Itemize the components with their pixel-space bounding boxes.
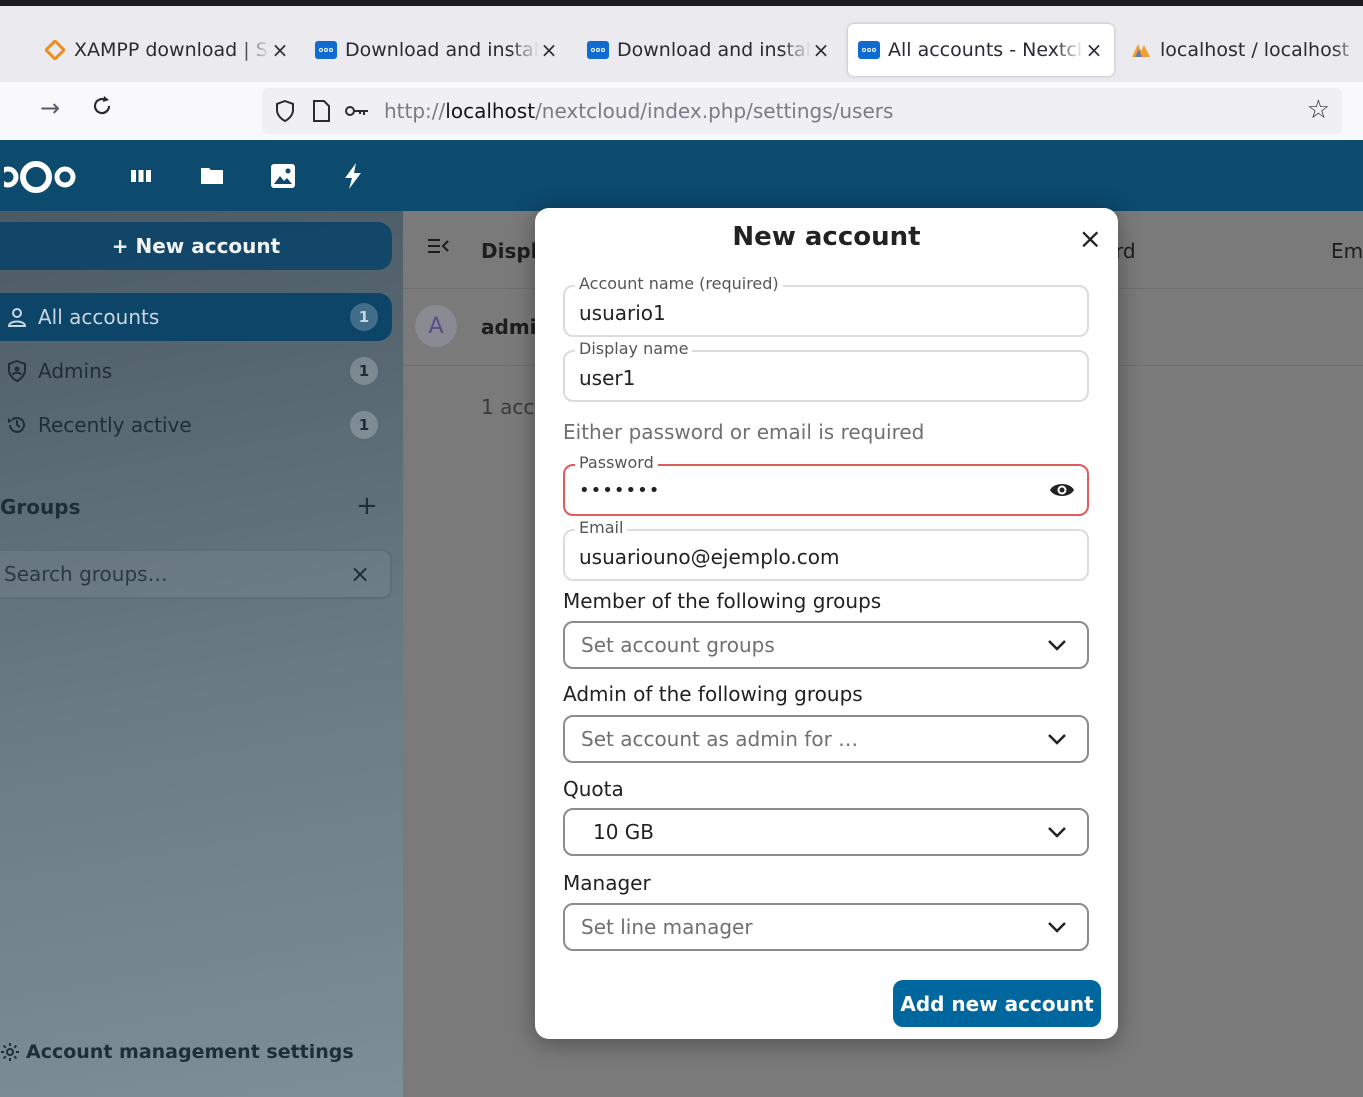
toggle-navigation-icon[interactable] — [427, 237, 449, 259]
dashboard-icon[interactable] — [130, 168, 152, 187]
admin-groups-label: Admin of the following groups — [563, 682, 863, 706]
admin-shield-icon — [2, 360, 32, 382]
column-header-email: Em — [1331, 239, 1363, 263]
sidebar-item-label: Recently active — [38, 413, 192, 437]
sidebar-item-admins[interactable]: Admins 1 — [0, 347, 392, 395]
phpmyadmin-icon — [1130, 39, 1152, 61]
nextcloud-favicon — [858, 39, 880, 61]
tab-all-accounts[interactable]: All accounts - Nextcl × — [848, 24, 1114, 76]
account-management-settings-button[interactable]: Account management settings — [0, 1041, 354, 1063]
manager-placeholder: Set line manager — [581, 915, 753, 939]
search-groups-field: × — [0, 549, 392, 599]
chevron-down-icon — [1047, 823, 1067, 842]
browser-toolbar: → http://localhost/nextcloud/index.php/s… — [0, 82, 1363, 140]
tab-download-2[interactable]: Download and instal × — [587, 24, 831, 76]
nextcloud-favicon — [315, 39, 337, 61]
count-badge: 1 — [350, 303, 378, 331]
tab-title: Download and instal — [617, 39, 811, 61]
accounts-count: 1 acc — [481, 395, 535, 419]
tab-title: XAMPP download | S — [74, 39, 268, 61]
admin-groups-placeholder: Set account as admin for … — [581, 727, 859, 751]
dialog-title: New account — [732, 222, 921, 252]
add-group-button[interactable]: + — [356, 491, 378, 521]
app-navigation: + New account All accounts 1 Admins 1 Re… — [0, 211, 403, 1097]
password-field: Password — [563, 452, 1089, 516]
account-settings-label: Account management settings — [26, 1041, 354, 1063]
page-icon[interactable] — [308, 98, 334, 124]
files-folder-icon[interactable] — [200, 165, 224, 189]
nextcloud-favicon — [587, 39, 609, 61]
email-label: Email — [575, 517, 628, 539]
chevron-down-icon — [1047, 918, 1067, 937]
account-groups-select[interactable]: Set account groups — [563, 621, 1089, 669]
manager-label: Manager — [563, 871, 651, 895]
tab-title: Download and instal — [345, 39, 539, 61]
chevron-down-icon — [1047, 730, 1067, 749]
tab-phpmyadmin[interactable]: localhost / localhost — [1130, 24, 1363, 76]
chevron-down-icon — [1047, 636, 1067, 655]
clear-search-icon[interactable]: × — [350, 560, 370, 588]
account-name-field: Account name (required) — [563, 273, 1089, 337]
new-account-dialog: New account × Account name (required) Di… — [535, 208, 1118, 1039]
display-name-input[interactable] — [579, 366, 1039, 390]
password-input[interactable] — [579, 480, 1039, 501]
quota-value: 10 GB — [593, 820, 655, 844]
tab-close-icon[interactable]: × — [1084, 38, 1104, 62]
reload-icon[interactable] — [90, 94, 114, 124]
table-row-name[interactable]: admi — [481, 315, 537, 339]
avatar: A — [415, 305, 457, 347]
display-name-field: Display name — [563, 338, 1089, 402]
quota-label: Quota — [563, 777, 624, 801]
tab-close-icon[interactable]: × — [811, 38, 831, 62]
tab-title: localhost / localhost — [1160, 39, 1350, 61]
browser-tab-strip: XAMPP download | S × Download and instal… — [0, 6, 1363, 82]
email-field: Email — [563, 517, 1089, 581]
admin-groups-select[interactable]: Set account as admin for … — [563, 715, 1089, 763]
forward-icon[interactable]: → — [40, 94, 60, 122]
password-label: Password — [575, 452, 658, 474]
new-account-button[interactable]: + New account — [0, 222, 392, 270]
tab-close-icon[interactable]: × — [270, 38, 290, 62]
tab-title: All accounts - Nextcl — [888, 39, 1083, 61]
bookmark-star-icon[interactable]: ☆ — [1307, 95, 1330, 125]
display-name-label: Display name — [575, 338, 693, 360]
shield-icon[interactable] — [272, 98, 298, 124]
activity-bolt-icon[interactable] — [343, 162, 363, 194]
account-groups-placeholder: Set account groups — [581, 633, 775, 657]
url-text[interactable]: http://localhost/nextcloud/index.php/set… — [384, 99, 893, 123]
photos-icon[interactable] — [270, 163, 296, 193]
close-dialog-button[interactable]: × — [1079, 222, 1102, 255]
address-bar[interactable]: http://localhost/nextcloud/index.php/set… — [262, 88, 1342, 134]
count-badge: 1 — [350, 411, 378, 439]
sidebar-item-label: Admins — [38, 359, 113, 383]
show-password-eye-icon[interactable] — [1049, 478, 1075, 506]
groups-heading: Groups — [0, 495, 81, 519]
sidebar-item-label: All accounts — [38, 305, 160, 329]
xampp-icon — [44, 39, 66, 61]
account-name-label: Account name (required) — [575, 273, 783, 295]
app-header — [0, 140, 1363, 211]
column-header-display-name: Displ — [481, 239, 538, 263]
column-header-password: rd — [1115, 239, 1136, 263]
user-icon — [2, 307, 32, 327]
manager-select[interactable]: Set line manager — [563, 903, 1089, 951]
gear-icon — [0, 1042, 20, 1062]
add-new-account-button[interactable]: Add new account — [893, 980, 1101, 1027]
sidebar-item-recently-active[interactable]: Recently active 1 — [0, 401, 392, 449]
tab-download-1[interactable]: Download and instal × — [315, 24, 559, 76]
count-badge: 1 — [350, 357, 378, 385]
history-icon — [2, 414, 32, 436]
account-name-input[interactable] — [579, 301, 1039, 325]
email-input[interactable] — [579, 545, 1039, 569]
search-groups-input[interactable] — [0, 562, 340, 586]
groups-label: Member of the following groups — [563, 589, 882, 613]
sidebar-item-all-accounts[interactable]: All accounts 1 — [0, 293, 392, 341]
nextcloud-logo-icon[interactable] — [0, 160, 78, 198]
tab-close-icon[interactable]: × — [539, 38, 559, 62]
quota-select[interactable]: 10 GB — [563, 808, 1089, 856]
key-icon[interactable] — [344, 98, 370, 124]
tab-xampp[interactable]: XAMPP download | S × — [44, 24, 290, 76]
password-or-email-hint: Either password or email is required — [563, 420, 925, 444]
